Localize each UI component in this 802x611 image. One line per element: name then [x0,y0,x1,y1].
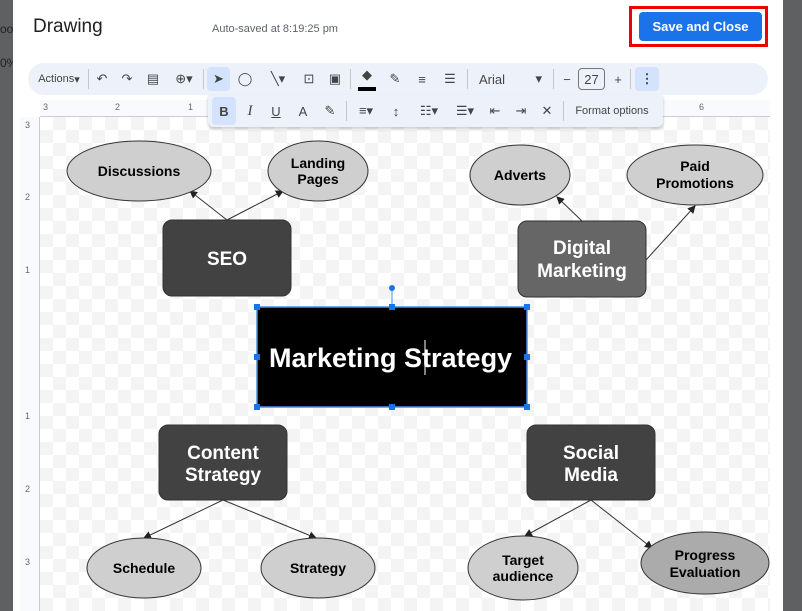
line-spacing-icon[interactable]: ↕ [386,97,406,125]
align-icon[interactable]: ≡▾ [352,97,380,125]
node-label: Schedule [113,560,175,576]
node-label: Progress [675,547,736,563]
divider [563,101,564,121]
node-label: Strategy [290,560,346,576]
progress-evaluation-node[interactable] [640,531,770,595]
node-label: Content [187,443,259,464]
decrease-indent-icon[interactable]: ⇤ [486,97,504,125]
diagram: Discussions Landing Pages Adverts Paid P… [66,140,770,601]
bulleted-list-icon[interactable]: ☷▾ [414,97,444,125]
numbered-list-icon[interactable]: ☰▾ [450,97,480,125]
node-label: Marketing [537,261,627,282]
highlight-icon[interactable]: ✎ [320,97,340,125]
format-options-button[interactable]: Format options [570,97,654,125]
node-label: Media [564,465,618,486]
node-label: Evaluation [670,564,741,580]
node-label: Target [502,552,544,568]
increase-indent-icon[interactable]: ⇥ [512,97,530,125]
node-label: Adverts [494,167,546,183]
node-label: SEO [207,249,247,270]
text-color-button[interactable]: A [293,97,313,125]
node-label: Pages [297,171,338,187]
center-label[interactable]: Marketing Strategy [269,343,512,373]
underline-button[interactable]: U [266,97,286,125]
node-label: Strategy [185,465,261,486]
node-label: Landing [291,155,345,171]
node-label: Promotions [656,175,734,191]
digital-marketing-node[interactable] [517,220,647,298]
italic-button[interactable]: I [240,97,260,125]
bold-button[interactable]: B [212,97,236,125]
node-label: Social [563,443,619,464]
clear-formatting-icon[interactable]: ✕ [538,97,556,125]
node-label: Digital [553,238,611,259]
divider [346,101,347,121]
node-label: Paid [680,158,710,174]
node-label: Discussions [98,163,181,179]
node-label: audience [493,568,554,584]
